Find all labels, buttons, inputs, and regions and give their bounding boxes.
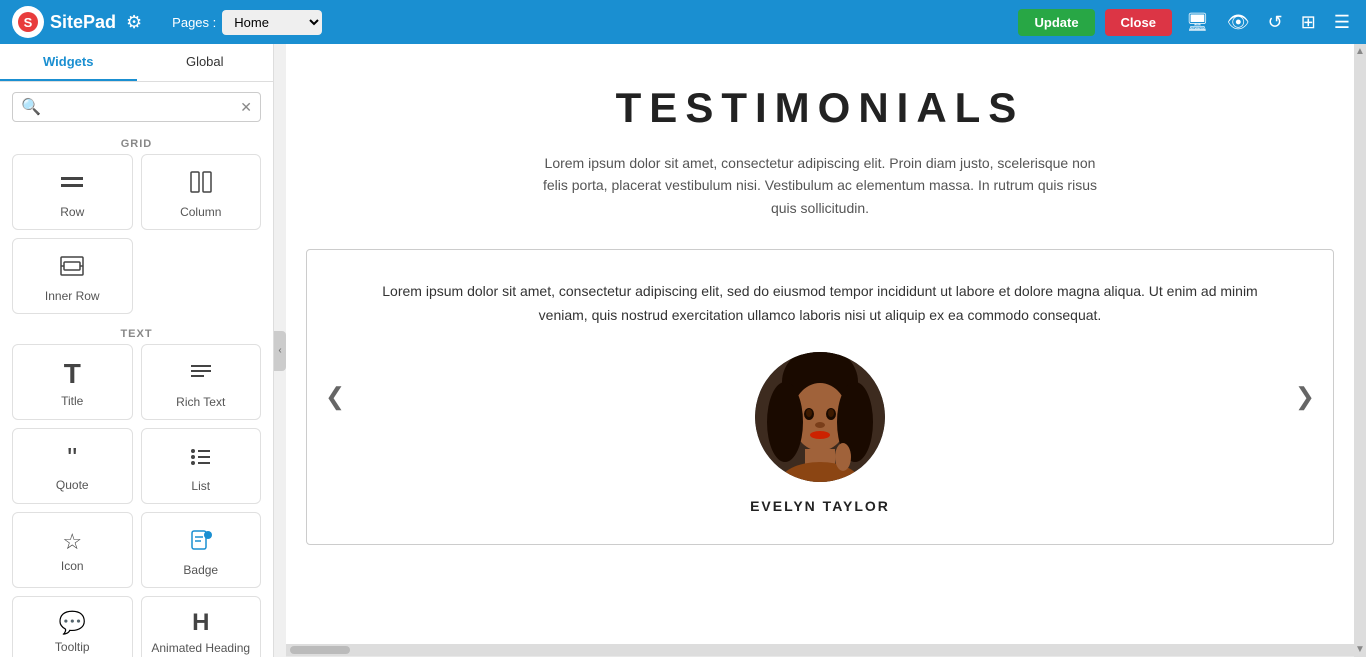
widget-title[interactable]: T Title	[12, 344, 133, 420]
sidebar: Widgets Global 🔍 ✕ GRID Row Column	[0, 44, 274, 657]
list-icon	[188, 443, 214, 473]
icon-widget-icon: ☆	[62, 531, 82, 553]
rich-text-label: Rich Text	[176, 395, 225, 409]
badge-icon	[188, 527, 214, 557]
list-label: List	[191, 479, 210, 493]
inner-row-label: Inner Row	[45, 289, 100, 303]
logo-text: SitePad	[50, 12, 116, 33]
animated-heading-icon: H	[192, 611, 209, 635]
rich-text-icon	[188, 359, 214, 389]
close-button[interactable]: Close	[1105, 9, 1172, 36]
column-label: Column	[180, 205, 221, 219]
scroll-up-arrow[interactable]: ▲	[1355, 46, 1365, 57]
animated-heading-label: Animated Heading	[151, 641, 250, 655]
update-button[interactable]: Update	[1018, 9, 1094, 36]
pages-label: Pages :	[172, 15, 216, 30]
testimonial-card: ❮ ❯ Lorem ipsum dolor sit amet, consecte…	[306, 249, 1334, 545]
widget-rich-text[interactable]: Rich Text	[141, 344, 262, 420]
settings-icon[interactable]: ⚙	[126, 12, 142, 33]
section-label-text: TEXT	[0, 322, 273, 344]
pages-select[interactable]: Home About Contact	[222, 10, 322, 35]
search-input[interactable]	[47, 100, 234, 115]
quote-icon: "	[67, 444, 77, 472]
widget-badge[interactable]: Badge	[141, 512, 262, 588]
testimonial-name: EVELYN TAYLOR	[750, 498, 890, 514]
carousel-prev-button[interactable]: ❮	[317, 374, 353, 419]
carousel-next-button[interactable]: ❯	[1287, 374, 1323, 419]
preview-icon[interactable]: 👁	[1223, 8, 1254, 37]
sidebar-tabs: Widgets Global	[0, 44, 273, 82]
header: S SitePad ⚙ Pages : Home About Contact U…	[0, 0, 1366, 44]
inner-row-icon	[59, 253, 85, 283]
header-actions: Update Close 🖥 👁 ↺ ⊞ ☰	[1018, 8, 1354, 37]
widget-icon[interactable]: ☆ Icon	[12, 512, 133, 588]
logo-svg: S	[17, 11, 39, 33]
scrollbar-thumb	[290, 646, 350, 654]
svg-text:S: S	[24, 15, 33, 30]
tab-global[interactable]: Global	[137, 44, 274, 81]
testimonial-text: Lorem ipsum dolor sit amet, consectetur …	[370, 280, 1270, 328]
logo-icon: S	[12, 6, 44, 38]
desktop-icon[interactable]: 🖥	[1182, 8, 1213, 37]
bottom-scrollbar[interactable]	[286, 644, 1354, 656]
tab-widgets[interactable]: Widgets	[0, 44, 137, 81]
testimonials-title: TESTIMONIALS	[616, 84, 1025, 132]
sitemap-icon[interactable]: ⊞	[1297, 8, 1320, 37]
tooltip-label: Tooltip	[55, 640, 90, 654]
icon-label: Icon	[61, 559, 84, 573]
sidebar-collapse[interactable]: ‹	[274, 331, 286, 371]
tooltip-icon: 💬	[59, 612, 86, 634]
title-icon: T	[64, 360, 81, 388]
widget-column[interactable]: Column	[141, 154, 262, 230]
section-label-grid: GRID	[0, 132, 273, 154]
widget-animated-heading[interactable]: H Animated Heading	[141, 596, 262, 657]
menu-icon[interactable]: ☰	[1330, 8, 1354, 37]
logo: S SitePad	[12, 6, 116, 38]
widget-tooltip[interactable]: 💬 Tooltip	[12, 596, 133, 657]
quote-label: Quote	[56, 478, 89, 492]
row-label: Row	[60, 205, 84, 219]
pages-section: Pages : Home About Contact	[172, 10, 322, 35]
title-label: Title	[61, 394, 83, 408]
column-icon	[188, 169, 214, 199]
badge-label: Badge	[183, 563, 218, 577]
canvas-content: TESTIMONIALS Lorem ipsum dolor sit amet,…	[286, 44, 1354, 644]
widget-inner-row[interactable]: Inner Row	[12, 238, 133, 314]
testimonial-avatar	[755, 352, 885, 482]
avatar-image	[755, 352, 885, 482]
right-scrollbar: ▲ ▼	[1354, 44, 1366, 657]
testimonials-subtitle: Lorem ipsum dolor sit amet, consectetur …	[540, 152, 1100, 219]
text-widgets: T Title Rich Text " Quote List ☆	[0, 344, 273, 657]
search-clear-icon[interactable]: ✕	[240, 99, 252, 116]
widget-row[interactable]: Row	[12, 154, 133, 230]
row-icon	[59, 169, 85, 199]
widget-list[interactable]: List	[141, 428, 262, 504]
grid-widgets: Row Column Inner Row	[0, 154, 273, 322]
canvas-area: TESTIMONIALS Lorem ipsum dolor sit amet,…	[286, 44, 1354, 657]
scroll-down-arrow[interactable]: ▼	[1355, 644, 1365, 655]
search-icon: 🔍	[21, 97, 41, 117]
main-layout: Widgets Global 🔍 ✕ GRID Row Column	[0, 44, 1366, 657]
widget-quote[interactable]: " Quote	[12, 428, 133, 504]
search-box: 🔍 ✕	[12, 92, 261, 122]
refresh-icon[interactable]: ↺	[1264, 8, 1287, 37]
